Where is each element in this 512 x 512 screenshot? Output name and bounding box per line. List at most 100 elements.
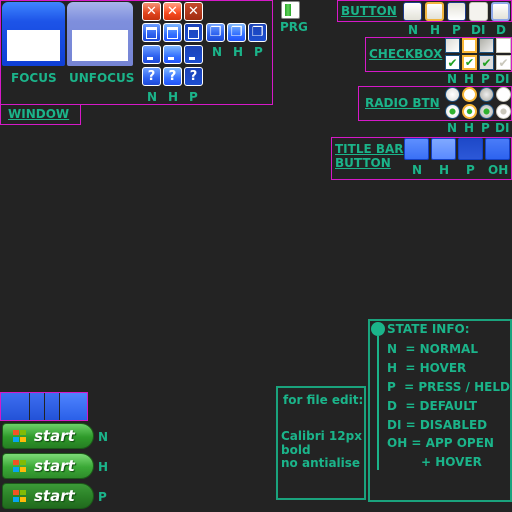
windows-flag-icon [13, 490, 27, 503]
minimize-button-normal[interactable] [142, 45, 161, 64]
titlebar-state-p: P [466, 163, 475, 177]
titlebar-state-h: H [439, 163, 450, 177]
start-button-normal[interactable]: start [2, 423, 94, 449]
radio-unchecked-disabled[interactable] [496, 87, 511, 102]
checkbox-label: CHECKBOX [369, 47, 443, 61]
maximize-button-hover[interactable] [163, 23, 182, 42]
titlebar-state-n: N [412, 163, 423, 177]
button-state-h: H [430, 23, 441, 37]
button-state-d: D [496, 23, 506, 37]
checkbox-state-p: P [481, 72, 490, 86]
radio-unchecked-pressed[interactable] [479, 87, 494, 102]
checkbox-unchecked-pressed[interactable] [479, 38, 494, 53]
restore-icon: ❐ [209, 25, 222, 40]
titlebar-button-open-hover[interactable] [485, 138, 510, 160]
minimize-button-hover[interactable] [163, 45, 182, 64]
state-info-line: N = NORMAL [387, 342, 478, 356]
titlebar-state-oh: OH [488, 163, 509, 177]
minimize-icon [164, 46, 181, 63]
state-info-title: STATE INFO: [387, 322, 470, 336]
start-button-hover[interactable]: start [2, 453, 94, 479]
titlebar-label-line2: BUTTON [335, 156, 391, 170]
checkbox-checked-normal[interactable]: ✔ [445, 55, 460, 70]
help-button-hover[interactable]: ? [163, 67, 182, 86]
taskbar-strip-segment [45, 393, 59, 420]
titlebar-button-hover[interactable] [431, 138, 456, 160]
file-edit-line: no antialise [281, 456, 361, 470]
windows-flag-icon [13, 460, 27, 473]
help-icon: ? [168, 69, 177, 84]
state-info-line: DI = DISABLED [387, 418, 488, 432]
radio-checked-pressed[interactable] [479, 104, 494, 119]
close-button-hover[interactable]: ✕ [163, 2, 182, 21]
checkmark-icon: ✔ [464, 56, 475, 69]
restore-button-normal[interactable]: ❐ [206, 23, 225, 42]
button-state-p: P [452, 23, 461, 37]
unfocused-window-client [72, 30, 128, 61]
checkbox-checked-pressed[interactable]: ✔ [479, 55, 494, 70]
caption-state-p: P [189, 90, 198, 104]
radio-checked-disabled[interactable] [496, 104, 511, 119]
close-icon: ✕ [167, 4, 178, 19]
checkbox-checked-disabled[interactable]: ✔ [496, 55, 511, 70]
button-state-n: N [408, 23, 419, 37]
checkmark-icon: ✔ [481, 55, 492, 70]
radio-checked-hover[interactable] [462, 104, 477, 119]
button-normal[interactable] [403, 2, 422, 21]
radio-unchecked-normal[interactable] [445, 87, 460, 102]
start-state-h: H [98, 460, 109, 474]
start-button-label: start [34, 487, 75, 505]
state-info-line: H = HOVER [387, 361, 467, 375]
checkbox-state-n: N [447, 72, 458, 86]
checkbox-unchecked-hover[interactable] [462, 38, 477, 53]
taskbar-strip-segment [1, 393, 29, 420]
restore-icon: ❐ [251, 25, 264, 40]
help-button-normal[interactable]: ? [142, 67, 161, 86]
restore-button-pressed[interactable]: ❐ [248, 23, 267, 42]
caption-state-h: H [168, 90, 179, 104]
focused-window-preview [2, 2, 65, 66]
checkbox-unchecked-normal[interactable] [445, 38, 460, 53]
progress-bar-sample [281, 1, 300, 19]
radio-state-h: H [464, 121, 475, 135]
windows-flag-icon [13, 430, 27, 443]
maximize-button-normal[interactable] [142, 23, 161, 42]
button-default[interactable] [491, 2, 510, 21]
radio-label: RADIO BTN [365, 96, 440, 110]
maximize-icon [164, 24, 181, 41]
state-info-line: OH = APP OPEN [387, 436, 494, 450]
taskbar-strip-segment [30, 393, 44, 420]
minimize-button-pressed[interactable] [184, 45, 203, 64]
start-state-p: P [98, 490, 107, 504]
checkbox-unchecked-disabled[interactable] [496, 38, 511, 53]
radio-checked-normal[interactable] [445, 104, 460, 119]
radio-unchecked-hover[interactable] [462, 87, 477, 102]
titlebar-button-pressed[interactable] [458, 138, 483, 160]
checkbox-checked-hover[interactable]: ✔ [462, 55, 477, 70]
state-info-bullet [371, 322, 385, 336]
progress-bar-fill [285, 4, 291, 16]
start-button-label: start [34, 427, 75, 445]
minimize-icon [143, 46, 160, 63]
close-button-pressed[interactable]: ✕ [184, 2, 203, 21]
help-button-pressed[interactable]: ? [184, 67, 203, 86]
checkmark-icon: ✔ [447, 55, 458, 70]
state-info-divider [377, 336, 379, 470]
maximize-button-pressed[interactable] [184, 23, 203, 42]
restore-button-hover[interactable]: ❐ [227, 23, 246, 42]
help-icon: ? [147, 69, 156, 84]
file-edit-title: for file edit: [283, 393, 364, 407]
button-disabled[interactable] [469, 2, 488, 21]
titlebar-button-normal[interactable] [404, 138, 429, 160]
file-edit-line: Calibri 12px [281, 429, 362, 443]
button-hover[interactable] [425, 2, 444, 21]
progress-label: PRG [280, 20, 308, 34]
checkmark-icon: ✔ [498, 55, 509, 70]
titlebar-label-line1: TITLE BAR [335, 142, 404, 156]
help-icon: ? [189, 69, 198, 84]
close-button-normal[interactable]: ✕ [142, 2, 161, 21]
button-pressed[interactable] [447, 2, 466, 21]
caption-state-n: N [147, 90, 158, 104]
state-info-line: + HOVER [421, 455, 482, 469]
start-button-pressed[interactable]: start [2, 483, 94, 509]
